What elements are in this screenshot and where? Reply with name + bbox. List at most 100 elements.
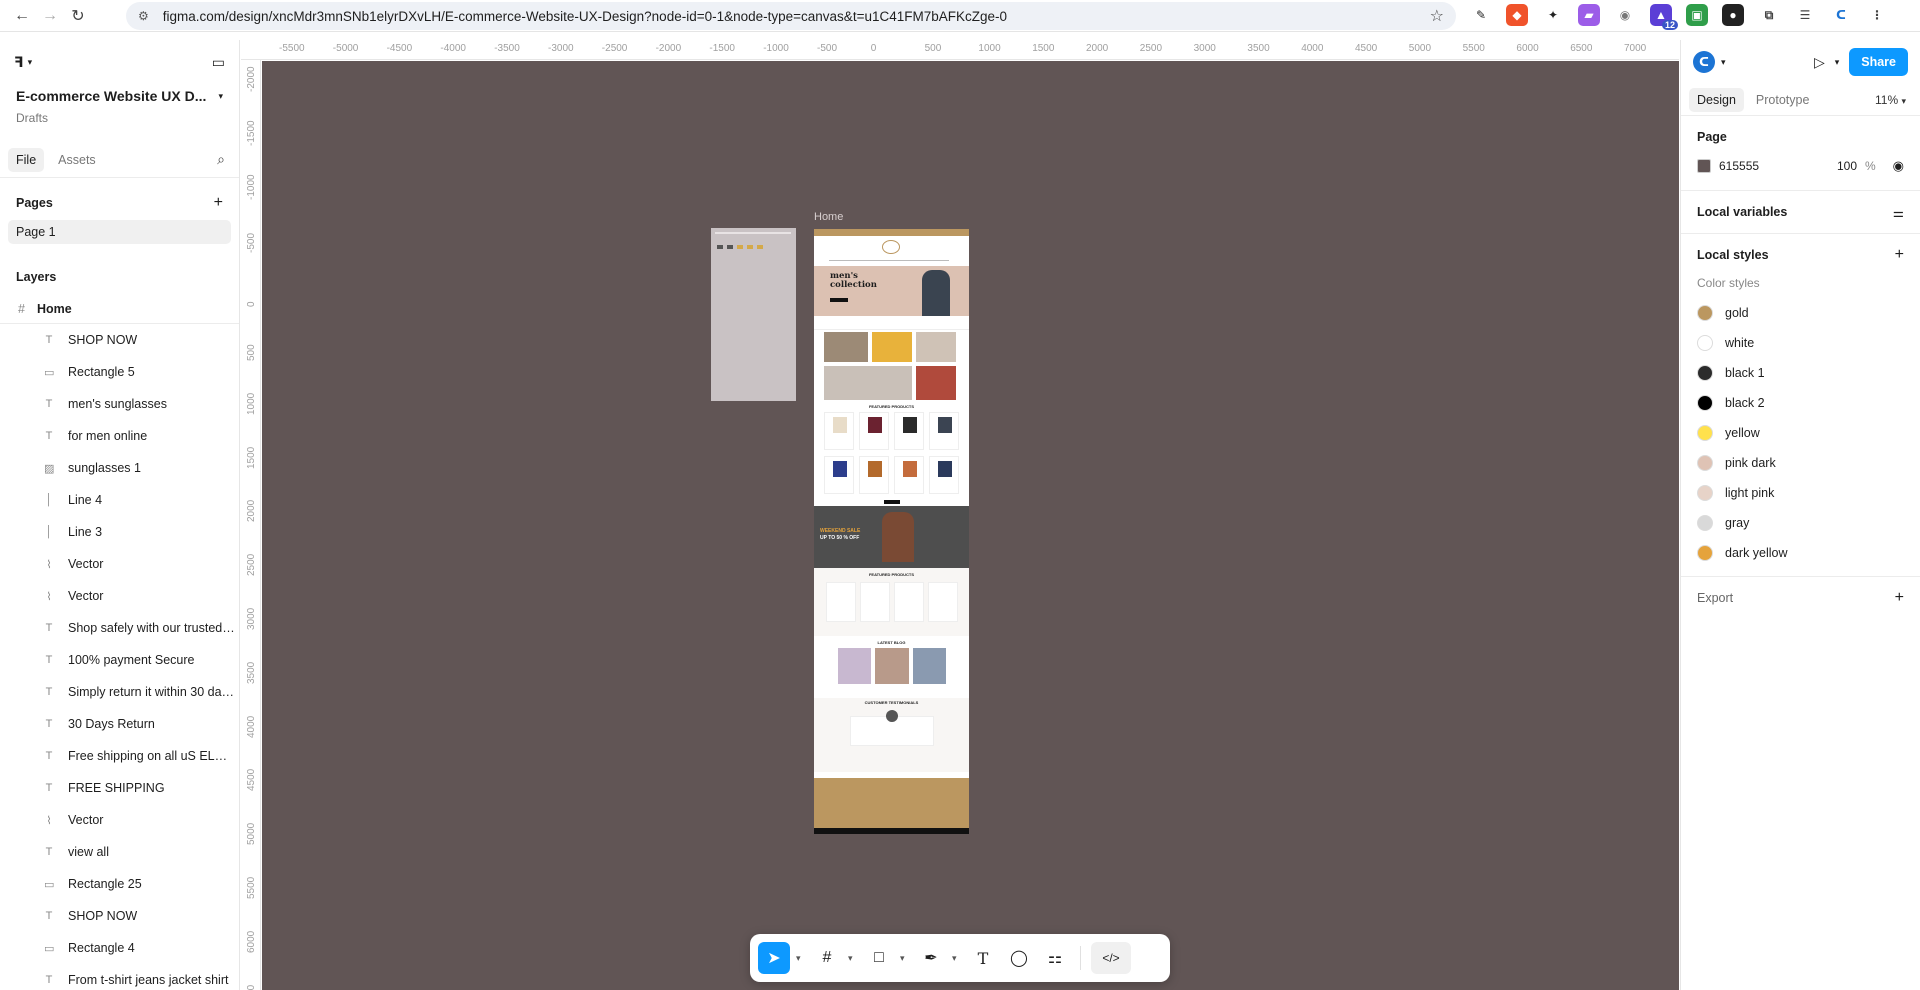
page-item[interactable]: Page 1	[8, 220, 231, 244]
ruler-tick-label: 4500	[246, 769, 257, 792]
layer-item[interactable]: Tmen's sunglasses	[0, 388, 239, 420]
layer-item[interactable]: Tfor men online	[0, 420, 239, 452]
add-page-icon[interactable]: +	[214, 194, 223, 212]
rectangle-tool-icon[interactable]: □	[864, 942, 894, 974]
color-style-item[interactable]: black 2	[1697, 388, 1904, 418]
frame-label[interactable]: Home	[814, 211, 843, 223]
camera-extension-icon[interactable]: ◉	[1614, 4, 1636, 26]
product-image	[868, 461, 882, 477]
layer-item[interactable]: │ Line 3	[0, 516, 239, 548]
page-fill-opacity[interactable]: 100	[1837, 159, 1857, 173]
text-tool-icon[interactable]: T	[968, 942, 998, 974]
top-bar	[814, 229, 969, 236]
color-style-item[interactable]: white	[1697, 328, 1904, 358]
layer-item[interactable]: T FREE SHIPPING	[0, 772, 239, 804]
home-frame[interactable]: men's collection FEATURED PRODUCTS WEEKE…	[814, 229, 969, 834]
share-button[interactable]: Share	[1849, 48, 1908, 76]
tab-assets[interactable]: Assets	[50, 148, 104, 172]
puzzle-extensions-icon[interactable]: ⧉	[1758, 4, 1780, 26]
chevron-down-icon[interactable]: ▾	[848, 953, 858, 964]
move-tool-icon[interactable]: ➤	[758, 942, 790, 974]
small-frame[interactable]	[711, 228, 796, 401]
layer-item[interactable]: T 30 Days Return	[0, 708, 239, 740]
ruler-tick-label: -3500	[494, 43, 520, 54]
actions-tool-icon[interactable]: ⚏	[1040, 942, 1070, 974]
tab-file[interactable]: File	[8, 147, 45, 172]
line-icon: │	[45, 526, 53, 538]
back-icon[interactable]: ←	[8, 2, 36, 30]
layer-item[interactable]: ▭ Rectangle 4	[0, 932, 239, 964]
profile-extension-icon[interactable]: ᑕ	[1830, 4, 1852, 26]
tab-prototype[interactable]: Prototype	[1748, 88, 1818, 112]
page-fill-hex[interactable]: 615555	[1719, 159, 1829, 173]
layer-frame-home[interactable]: # Home	[0, 294, 239, 324]
chevron-down-icon[interactable]: ▾	[796, 953, 806, 964]
product-image	[938, 417, 952, 433]
file-title[interactable]: E-commerce Website UX D... ▾	[0, 84, 239, 108]
add-export-icon[interactable]: +	[1895, 589, 1904, 607]
color-extension-icon[interactable]: ●	[1722, 4, 1744, 26]
layer-item[interactable]: ⌇ Vector	[0, 548, 239, 580]
variables-icon[interactable]: ⚌	[1893, 205, 1904, 220]
layer-item[interactable]: T 100% payment Secure	[0, 644, 239, 676]
forward-icon[interactable]: →	[36, 2, 64, 30]
pen-extension-icon[interactable]: ✎	[1470, 4, 1492, 26]
page-fill-swatch[interactable]	[1697, 159, 1711, 173]
layer-item[interactable]: T From t-shirt jeans jacket shirt	[0, 964, 239, 990]
local-variables-row[interactable]: Local variables ⚌	[1697, 199, 1904, 225]
layer-item[interactable]: T SHOP NOW	[0, 324, 239, 356]
add-style-icon[interactable]: +	[1895, 246, 1904, 264]
layer-item[interactable]: ▭ Rectangle 25	[0, 868, 239, 900]
chevron-down-icon[interactable]: ▾	[952, 953, 962, 964]
export-row[interactable]: Export +	[1697, 585, 1904, 611]
layer-name: sunglasses 1	[68, 461, 141, 475]
search-icon[interactable]: ⌕	[217, 151, 225, 168]
color-style-item[interactable]: black 1	[1697, 358, 1904, 388]
layer-item[interactable]: │ Line 4	[0, 484, 239, 516]
chevron-down-icon[interactable]: ▾	[1835, 57, 1840, 68]
layer-item[interactable]: T Simply return it within 30 day...	[0, 676, 239, 708]
notification-extension-icon[interactable]: ▲ 12	[1650, 4, 1678, 30]
layer-item[interactable]: Tview all	[0, 836, 239, 868]
layer-item[interactable]: T SHOP NOW	[0, 900, 239, 932]
bird-extension-icon[interactable]: ✦	[1542, 4, 1564, 26]
chevron-down-icon[interactable]: ▾	[900, 953, 910, 964]
color-style-item[interactable]: gray	[1697, 508, 1904, 538]
zoom-dropdown[interactable]: 11% ▾	[1875, 93, 1906, 107]
green-extension-icon[interactable]: ▣	[1686, 4, 1708, 26]
pen-tool-icon[interactable]: ✒	[916, 942, 946, 974]
layer-item[interactable]: ▭ Rectangle 5	[0, 356, 239, 388]
color-style-item[interactable]: dark yellow	[1697, 538, 1904, 568]
layer-item[interactable]: ▨ sunglasses 1	[0, 452, 239, 484]
playlist-icon[interactable]: ☰	[1794, 4, 1816, 26]
site-info-icon[interactable]: ⚙	[138, 9, 149, 23]
figma-menu-button[interactable]: ꟻ ▾	[14, 54, 32, 71]
purple-extension-icon[interactable]: ▰	[1578, 4, 1600, 26]
reload-icon[interactable]: ↻	[64, 2, 92, 30]
url-text: figma.com/design/xncMdr3mnSNb1elyrDXvLH/…	[162, 8, 1008, 24]
layer-item[interactable]: ⌇ Vector	[0, 580, 239, 612]
hero-banner: men's collection	[814, 266, 969, 316]
panel-toggle-icon[interactable]: ▭	[212, 54, 225, 71]
user-menu[interactable]: ᑕ ▾	[1693, 51, 1726, 73]
frame-tool-icon[interactable]: #	[812, 942, 842, 974]
layer-item[interactable]: T Shop safely with our trusted a...	[0, 612, 239, 644]
page-fill-row[interactable]: 615555 100 % ◉	[1697, 150, 1904, 182]
product-card	[859, 456, 889, 494]
brave-shield-icon[interactable]: ◆	[1506, 4, 1528, 26]
color-style-item[interactable]: gold	[1697, 298, 1904, 328]
color-style-item[interactable]: light pink	[1697, 478, 1904, 508]
comment-tool-icon[interactable]: ◯	[1004, 942, 1034, 974]
more-menu-icon[interactable]: ⋮	[1866, 4, 1888, 26]
address-bar[interactable]: ⚙ figma.com/design/xncMdr3mnSNb1elyrDXvL…	[126, 2, 1456, 30]
dev-mode-icon[interactable]: </>	[1091, 942, 1131, 974]
bookmark-star-icon[interactable]: ☆	[1430, 6, 1444, 26]
eye-icon[interactable]: ◉	[1893, 158, 1904, 174]
layer-item[interactable]: T Free shipping on all uS ELDER...	[0, 740, 239, 772]
present-icon[interactable]: ▷	[1814, 54, 1825, 71]
color-style-item[interactable]: pink dark	[1697, 448, 1904, 478]
layer-item[interactable]: ⌇ Vector	[0, 804, 239, 836]
tab-design[interactable]: Design	[1689, 87, 1744, 112]
canvas[interactable]: Home men's collection FEATURED PRODUCTS …	[262, 61, 1679, 990]
color-style-item[interactable]: yellow	[1697, 418, 1904, 448]
